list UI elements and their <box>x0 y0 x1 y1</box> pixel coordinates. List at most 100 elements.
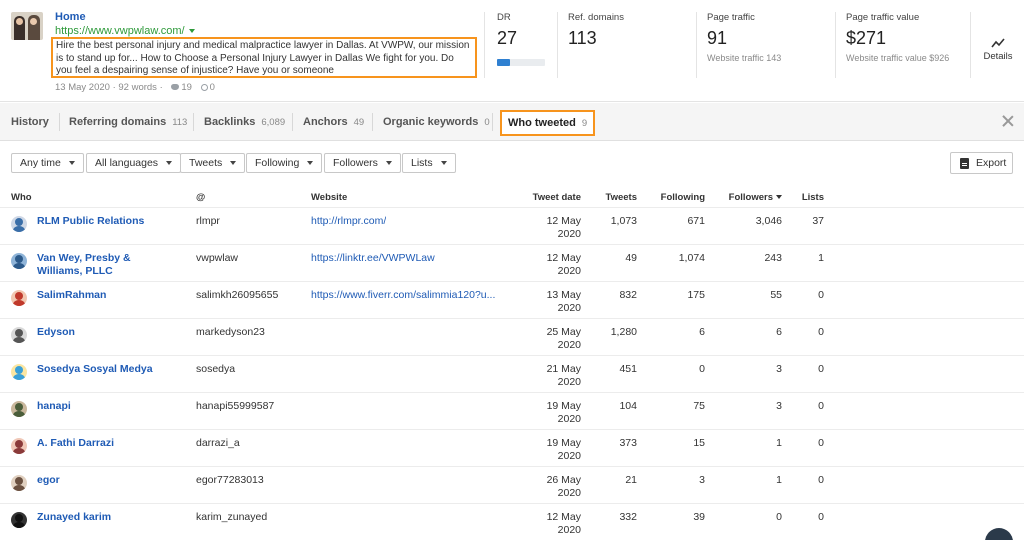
export-button[interactable]: Export <box>950 152 1013 174</box>
column-header-tweet-date[interactable]: Tweet date <box>533 192 581 203</box>
following-count: 175 <box>687 289 705 301</box>
column-header-handle[interactable]: @ <box>196 192 205 203</box>
tweeter-website-link[interactable]: http://rlmpr.com/ <box>311 215 386 227</box>
filter-lists[interactable]: Lists <box>402 153 456 173</box>
column-header-following[interactable]: Following <box>661 192 705 203</box>
divider <box>970 12 971 78</box>
tab-organic-keywords[interactable]: Organic keywords 0 <box>383 103 490 141</box>
lists-count: 0 <box>818 474 824 486</box>
tab-who-tweeted[interactable]: Who tweeted 9 <box>500 110 596 136</box>
filter-following[interactable]: Following <box>246 153 323 173</box>
page-title[interactable]: Home <box>55 11 86 23</box>
followers-count: 3 <box>776 363 782 375</box>
dropdown-caret-icon <box>230 161 237 166</box>
divider <box>59 113 60 131</box>
metric-value: 27 <box>497 28 518 48</box>
tweeter-name-link[interactable]: SalimRahman <box>37 289 157 302</box>
twitter-count: 19 <box>181 82 192 93</box>
tweeter-handle: markedyson23 <box>196 326 265 338</box>
tweeter-handle: sosedya <box>196 363 236 375</box>
tweet-date: 19 May 2020 <box>546 400 581 425</box>
tweeter-handle: rlmpr <box>196 215 220 227</box>
table-row: Van Wey, Presby & Williams, PLLC vwpwlaw h… <box>0 244 1024 281</box>
following-count: 6 <box>699 326 705 338</box>
filter-all-languages[interactable]: All languages <box>86 153 182 173</box>
column-header-website[interactable]: Website <box>311 192 347 203</box>
metric-value[interactable]: $271 <box>846 28 886 49</box>
tweets-count: 832 <box>619 289 637 301</box>
tweeter-name-link[interactable]: hanapi <box>37 400 157 413</box>
tweeter-website-link[interactable]: https://www.fiverr.com/salimmia120?u... <box>311 289 495 301</box>
twitter-icon <box>171 84 180 91</box>
divider <box>193 113 194 131</box>
tweets-count: 451 <box>619 363 637 375</box>
tweets-count: 1,280 <box>610 326 637 338</box>
dr-progress-bar <box>497 59 545 66</box>
following-count: 1,074 <box>678 252 705 264</box>
dropdown-caret-icon <box>440 161 447 166</box>
followers-count: 3 <box>776 400 782 412</box>
filter-any-time[interactable]: Any time <box>11 153 84 173</box>
metric-label: Page traffic value <box>846 12 920 23</box>
divider <box>292 113 293 131</box>
lists-count: 0 <box>818 437 824 449</box>
dropdown-caret-icon <box>166 161 173 166</box>
tweeter-name-link[interactable]: A. Fathi Darrazi <box>37 437 157 450</box>
divider <box>557 12 558 78</box>
tab-referring-domains[interactable]: Referring domains 113 <box>69 103 187 141</box>
table-row: Sosedya Sosyal Medya sosedya 21 May 2020 451… <box>0 355 1024 392</box>
tweets-count: 332 <box>619 511 637 523</box>
filter-followers[interactable]: Followers <box>324 153 401 173</box>
tweeter-name-link[interactable]: Sosedya Sosyal Medya <box>37 363 157 376</box>
tab-anchors[interactable]: Anchors 49 <box>303 103 364 141</box>
tweeter-name-link[interactable]: Van Wey, Presby & Williams, PLLC <box>37 252 157 278</box>
tweeter-website-link[interactable]: https://linktr.ee/VWPWLaw <box>311 252 435 264</box>
tweet-date: 12 May 2020 <box>546 252 581 277</box>
lists-count: 0 <box>818 363 824 375</box>
metric-value[interactable]: 91 <box>707 28 727 49</box>
avatar <box>11 216 27 232</box>
close-icon[interactable] <box>1002 115 1014 127</box>
following-count: 15 <box>693 437 705 449</box>
page-url-link[interactable]: https://www.vwpwlaw.com/ <box>55 25 195 37</box>
tab-history[interactable]: History <box>11 103 49 141</box>
avatar <box>11 512 27 528</box>
column-header-lists[interactable]: Lists <box>802 192 824 203</box>
lists-count: 37 <box>812 215 824 227</box>
tweeter-name-link[interactable]: RLM Public Relations <box>37 215 157 228</box>
lists-count: 0 <box>818 400 824 412</box>
tab-backlinks[interactable]: Backlinks 6,089 <box>204 103 285 141</box>
filter-tweets[interactable]: Tweets <box>180 153 246 173</box>
dr-progress-fill <box>497 59 510 66</box>
page-date: 13 May 2020 <box>55 82 110 93</box>
tweet-date: 26 May 2020 <box>546 474 581 499</box>
tweet-date: 21 May 2020 <box>546 363 581 388</box>
column-header-tweets[interactable]: Tweets <box>605 192 637 203</box>
following-count: 3 <box>699 474 705 486</box>
column-header-followers[interactable]: Followers <box>729 192 782 203</box>
metric-value[interactable]: 113 <box>568 28 597 49</box>
avatar <box>11 290 27 306</box>
avatar <box>11 475 27 491</box>
tweet-date: 13 May 2020 <box>546 289 581 314</box>
tweeter-name-link[interactable]: Zunayed karim <box>37 511 157 524</box>
table-row: RLM Public Relations rlmpr http://rlmpr.co… <box>0 207 1024 244</box>
chevron-down-icon[interactable] <box>188 29 195 34</box>
tweet-date: 12 May 2020 <box>546 511 581 536</box>
table-row: Edyson markedyson23 25 May 2020 1,280 6 6 0 <box>0 318 1024 355</box>
lists-count: 0 <box>818 289 824 301</box>
followers-count: 6 <box>776 326 782 338</box>
followers-count: 55 <box>770 289 782 301</box>
following-count: 671 <box>687 215 705 227</box>
tweeter-name-link[interactable]: Edyson <box>37 326 157 339</box>
lists-count: 0 <box>818 511 824 523</box>
tweeter-handle: vwpwlaw <box>196 252 239 264</box>
details-button[interactable]: Details <box>978 38 1018 62</box>
column-header-who[interactable]: Who <box>11 192 32 203</box>
avatar <box>11 438 27 454</box>
tweet-date: 12 May 2020 <box>546 215 581 240</box>
tweeter-name-link[interactable]: egor <box>37 474 157 487</box>
page-header: Home https://www.vwpwlaw.com/ Hire the b… <box>0 0 1024 102</box>
tweet-date: 19 May 2020 <box>546 437 581 462</box>
avatar <box>11 401 27 417</box>
